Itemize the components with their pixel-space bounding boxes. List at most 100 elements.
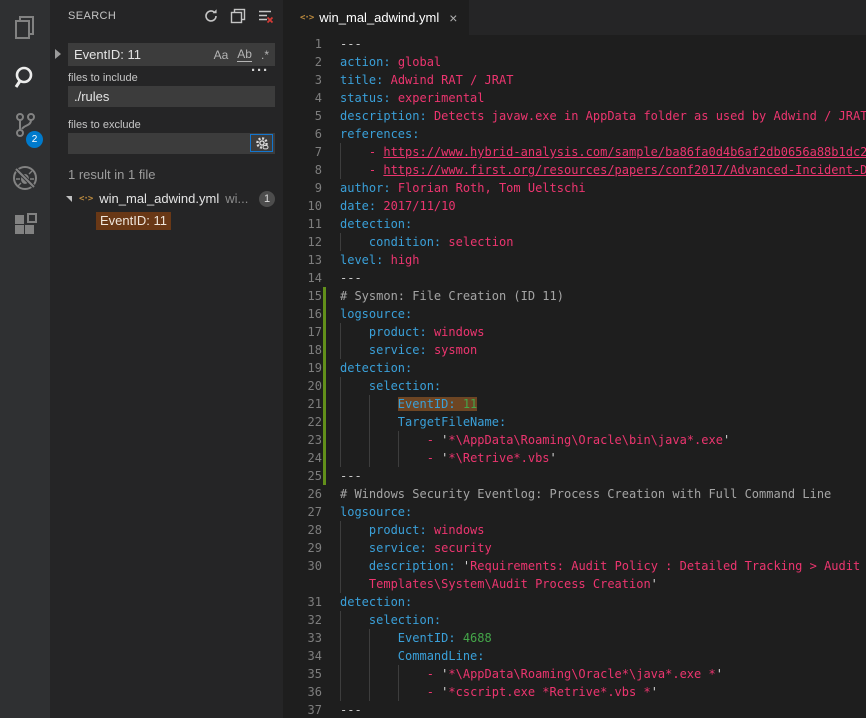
- include-pattern-text: ./rules: [74, 89, 109, 104]
- code-line[interactable]: 3title: Adwind RAT / JRAT: [283, 71, 866, 89]
- search-button[interactable]: [0, 58, 50, 98]
- gutter-modified-indicator: [323, 413, 326, 431]
- search-result-file-row[interactable]: <·> win_mal_adwind.yml wi... 1: [50, 188, 283, 209]
- code-line[interactable]: 12 condition: selection: [283, 233, 866, 251]
- files-to-include-input[interactable]: ./rules: [68, 86, 275, 107]
- gutter-modified-indicator: [323, 467, 326, 485]
- line-number-gutter: 16: [283, 305, 340, 323]
- code-line[interactable]: 25---: [283, 467, 866, 485]
- result-file-name: win_mal_adwind.yml: [99, 191, 219, 206]
- toggle-replace-chevron-icon[interactable]: [55, 49, 61, 59]
- code-line[interactable]: 5description: Detects javaw.exe in AppDa…: [283, 107, 866, 125]
- tab-close-icon[interactable]: ×: [449, 11, 457, 25]
- files-to-exclude-label: files to exclude: [68, 119, 141, 131]
- indent-guide: [340, 611, 341, 629]
- indent-guide: [369, 431, 370, 449]
- files-to-exclude-input[interactable]: [68, 133, 275, 154]
- match-case-icon[interactable]: Aa: [214, 48, 229, 62]
- line-number-gutter: 5: [283, 107, 340, 125]
- code-line[interactable]: 1---: [283, 35, 866, 53]
- code-line[interactable]: 4status: experimental: [283, 89, 866, 107]
- tab-win_mal_adwind[interactable]: <·> win_mal_adwind.yml ×: [283, 0, 469, 35]
- search-match-row[interactable]: EventID: 11: [50, 211, 283, 231]
- code-line[interactable]: 2action: global: [283, 53, 866, 71]
- code-line[interactable]: 11detection:: [283, 215, 866, 233]
- code-line[interactable]: 26# Windows Security Eventlog: Process C…: [283, 485, 866, 503]
- gutter-modified-indicator: [323, 395, 326, 413]
- search-input[interactable]: EventID: 11 Aa Ab .*: [68, 43, 275, 66]
- code-line[interactable]: 32 selection:: [283, 611, 866, 629]
- whole-word-icon[interactable]: Ab: [237, 47, 252, 62]
- line-number-gutter: 2: [283, 53, 340, 71]
- code-line[interactable]: 23 - '*\AppData\Roaming\Oracle\bin\java*…: [283, 431, 866, 449]
- files-to-include-label: files to include: [68, 72, 138, 84]
- line-number-gutter: 8: [283, 161, 340, 179]
- search-sidebar: SEARCH Ev: [50, 0, 283, 718]
- code-line[interactable]: 9author: Florian Roth, Tom Ueltschi: [283, 179, 866, 197]
- code-line[interactable]: 13level: high: [283, 251, 866, 269]
- code-line[interactable]: 35 - '*\AppData\Roaming\Oracle*\java*.ex…: [283, 665, 866, 683]
- code-line[interactable]: 14---: [283, 269, 866, 287]
- use-exclude-settings-button[interactable]: [250, 134, 273, 152]
- code-line[interactable]: 37---: [283, 701, 866, 718]
- code-line[interactable]: 30 description: 'Requirements: Audit Pol…: [283, 557, 866, 575]
- line-number-gutter: 31: [283, 593, 340, 611]
- search-icon: [11, 64, 39, 92]
- code-line[interactable]: 21 EventID: 11: [283, 395, 866, 413]
- code-line[interactable]: 34 CommandLine:: [283, 647, 866, 665]
- indent-guide: [340, 521, 341, 539]
- result-count-badge: 1: [259, 191, 275, 207]
- yaml-file-icon: <·>: [79, 194, 92, 204]
- indent-guide: [369, 683, 370, 701]
- code-line[interactable]: 36 - '*cscript.exe *Retrive*.vbs *': [283, 683, 866, 701]
- refresh-icon[interactable]: [203, 8, 219, 24]
- toggle-search-details-icon[interactable]: ···: [251, 62, 269, 79]
- indent-guide: [340, 161, 341, 179]
- line-number-gutter: 26: [283, 485, 340, 503]
- code-line[interactable]: 27logsource:: [283, 503, 866, 521]
- source-control-button[interactable]: 2: [0, 106, 50, 146]
- code-line[interactable]: 18 service: sysmon: [283, 341, 866, 359]
- extensions-button[interactable]: [0, 206, 50, 246]
- expand-twisty-icon[interactable]: [66, 196, 72, 202]
- collapse-all-icon[interactable]: [230, 8, 246, 24]
- line-number-gutter: 36: [283, 683, 340, 701]
- indent-guide: [398, 665, 399, 683]
- code-line[interactable]: 24 - '*\Retrive*.vbs': [283, 449, 866, 467]
- regex-icon[interactable]: .*: [261, 48, 269, 62]
- code-line[interactable]: 19detection:: [283, 359, 866, 377]
- indent-guide: [340, 629, 341, 647]
- code-line[interactable]: 33 EventID: 4688: [283, 629, 866, 647]
- code-line[interactable]: 10date: 2017/11/10: [283, 197, 866, 215]
- indent-guide: [340, 539, 341, 557]
- line-number-gutter: 6: [283, 125, 340, 143]
- code-line[interactable]: 6references:: [283, 125, 866, 143]
- line-number-gutter: 25: [283, 467, 340, 485]
- clear-search-results-icon[interactable]: [257, 8, 273, 24]
- code-line[interactable]: 20 selection:: [283, 377, 866, 395]
- gutter-modified-indicator: [323, 377, 326, 395]
- indent-guide: [369, 449, 370, 467]
- code-line[interactable]: 28 product: windows: [283, 521, 866, 539]
- code-line[interactable]: 8 - https://www.first.org/resources/pape…: [283, 161, 866, 179]
- line-number-gutter: 30: [283, 557, 340, 575]
- code-line[interactable]: Templates\System\Audit Process Creation': [283, 575, 866, 593]
- code-area[interactable]: 1---2action: global3title: Adwind RAT / …: [283, 35, 866, 718]
- code-line[interactable]: 15# Sysmon: File Creation (ID 11): [283, 287, 866, 305]
- line-number-gutter: 9: [283, 179, 340, 197]
- code-line[interactable]: 31detection:: [283, 593, 866, 611]
- code-line[interactable]: 17 product: windows: [283, 323, 866, 341]
- indent-guide: [340, 431, 341, 449]
- line-number-gutter: 21: [283, 395, 340, 413]
- line-number-gutter: 13: [283, 251, 340, 269]
- indent-guide: [340, 665, 341, 683]
- debug-button[interactable]: [0, 158, 50, 198]
- code-line[interactable]: 16logsource:: [283, 305, 866, 323]
- indent-guide: [340, 395, 341, 413]
- gutter-modified-indicator: [323, 305, 326, 323]
- code-line[interactable]: 7 - https://www.hybrid-analysis.com/samp…: [283, 143, 866, 161]
- explorer-button[interactable]: [0, 8, 50, 48]
- sidebar-title: SEARCH: [68, 10, 116, 22]
- code-line[interactable]: 29 service: security: [283, 539, 866, 557]
- code-line[interactable]: 22 TargetFileName:: [283, 413, 866, 431]
